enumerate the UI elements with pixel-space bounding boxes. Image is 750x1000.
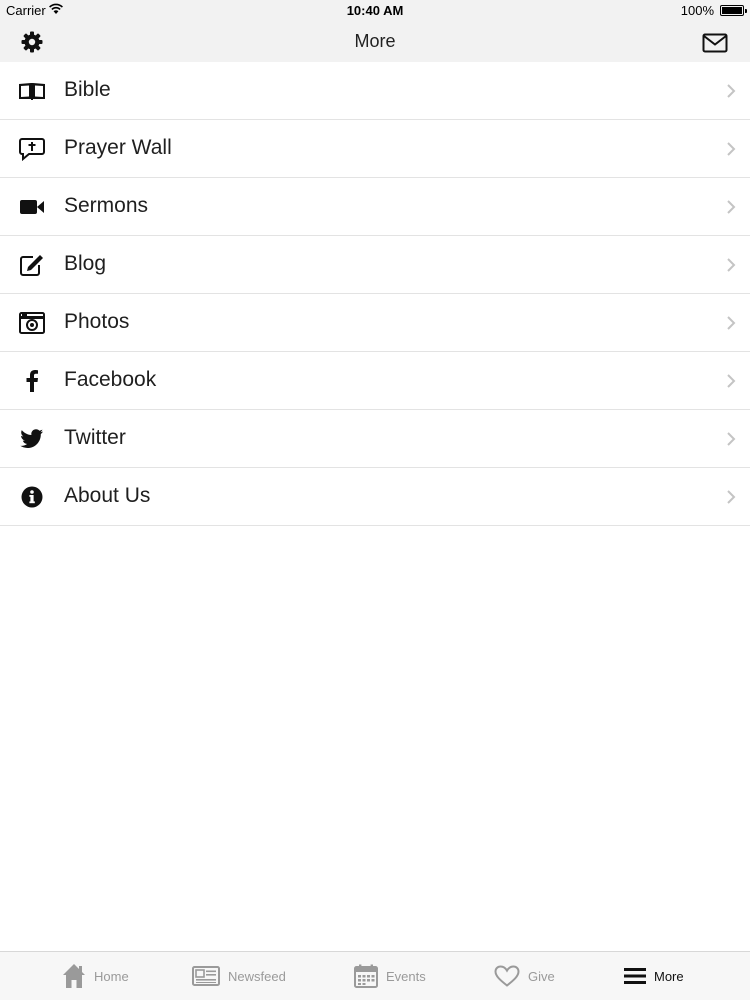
tab-home[interactable]: Home (62, 952, 129, 1000)
menu-item-label: Blog (64, 252, 107, 275)
heart-icon (494, 965, 520, 987)
more-menu-list: Bible Prayer Wall Sermons Blog Photos Fa… (0, 62, 750, 526)
info-icon (18, 485, 46, 509)
menu-item-bible[interactable]: Bible (0, 62, 750, 120)
tab-label: Home (94, 968, 129, 984)
menu-item-label: Sermons (64, 194, 149, 217)
mail-icon[interactable] (702, 33, 728, 53)
menu-item-prayer-wall[interactable]: Prayer Wall (0, 120, 750, 178)
status-bar: Carrier 10:40 AM 100% (0, 0, 750, 22)
prayer-icon (18, 137, 46, 161)
chevron-right-icon (727, 200, 736, 214)
edit-icon (18, 253, 46, 277)
menu-item-label: About Us (64, 484, 151, 507)
tab-label: Events (386, 968, 426, 984)
tab-label: Give (528, 968, 555, 984)
menu-item-label: Facebook (64, 368, 157, 391)
tab-events[interactable]: Events (354, 952, 426, 1000)
newspaper-icon (192, 966, 220, 986)
chevron-right-icon (727, 84, 736, 98)
page-title: More (354, 31, 396, 51)
tab-label: Newsfeed (228, 968, 286, 984)
menu-item-label: Photos (64, 310, 130, 333)
chevron-right-icon (727, 432, 736, 446)
chevron-right-icon (727, 374, 736, 388)
menu-item-about-us[interactable]: About Us (0, 468, 750, 526)
chevron-right-icon (727, 316, 736, 330)
camera-icon (18, 311, 46, 335)
menu-item-sermons[interactable]: Sermons (0, 178, 750, 236)
chevron-right-icon (727, 142, 736, 156)
menu-item-blog[interactable]: Blog (0, 236, 750, 294)
home-icon (62, 963, 86, 989)
chevron-right-icon (727, 490, 736, 504)
facebook-icon (18, 369, 46, 393)
video-camera-icon (18, 195, 46, 219)
tab-label: More (654, 968, 684, 984)
menu-item-facebook[interactable]: Facebook (0, 352, 750, 410)
twitter-icon (18, 427, 46, 451)
menu-item-label: Twitter (64, 426, 126, 449)
tab-more[interactable]: More (624, 952, 684, 1000)
tab-bar: Home Newsfeed Events Give More (0, 951, 750, 1000)
status-time: 10:40 AM (346, 3, 404, 18)
tab-give[interactable]: Give (494, 952, 555, 1000)
bible-icon (18, 79, 46, 103)
menu-item-twitter[interactable]: Twitter (0, 410, 750, 468)
navigation-bar: More (0, 22, 750, 62)
chevron-right-icon (727, 258, 736, 272)
tab-newsfeed[interactable]: Newsfeed (192, 952, 286, 1000)
menu-item-label: Bible (64, 78, 111, 101)
menu-item-label: Prayer Wall (64, 136, 172, 159)
menu-item-photos[interactable]: Photos (0, 294, 750, 352)
menu-icon (624, 967, 646, 985)
battery-icon (720, 5, 747, 16)
battery-percent: 100% (680, 3, 714, 18)
calendar-icon (354, 964, 378, 988)
